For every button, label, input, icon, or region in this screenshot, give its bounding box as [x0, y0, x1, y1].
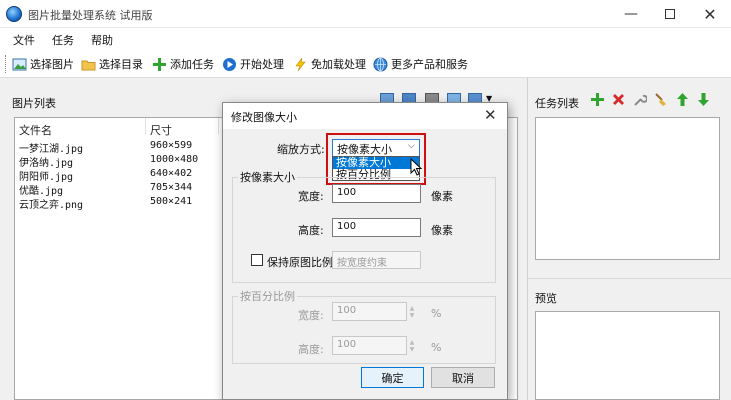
column-divider [145, 118, 146, 134]
minimize-button[interactable]: — [613, 0, 649, 28]
dialog-title: 修改图像大小 [231, 111, 297, 124]
cancel-button[interactable]: 取消 [431, 367, 495, 388]
task-list[interactable] [535, 117, 720, 260]
pixel-size-group-label: 按像素大小 [238, 169, 297, 185]
folder-icon [81, 57, 96, 72]
dialog-close-icon[interactable]: ✕ [484, 106, 497, 124]
percent-height-label: 高度: [298, 343, 324, 356]
percent-group-label: 按百分比例 [238, 288, 297, 304]
percent-width-input[interactable]: 100 [332, 302, 407, 321]
percent-height-input[interactable]: 100 [332, 336, 407, 355]
percent-width-stepper[interactable]: ▲ ▼ [407, 302, 417, 321]
close-window-button[interactable]: ✕ [692, 0, 728, 28]
menu-help[interactable]: 帮助 [91, 32, 113, 48]
keep-ratio-checkbox[interactable] [251, 254, 263, 266]
column-divider [218, 118, 219, 134]
column-header-name[interactable]: 文件名 [19, 122, 52, 138]
window-title: 图片批量处理系统 试用版 [28, 9, 153, 22]
height-label: 高度: [298, 224, 324, 237]
more-products-button[interactable]: 更多产品和服务 [373, 55, 468, 73]
column-header-size[interactable]: 尺寸 [150, 122, 172, 138]
file-name-cell[interactable]: 伊洛纳.jpg [19, 154, 73, 169]
image-icon [12, 57, 27, 72]
width-input[interactable]: 100 [332, 184, 421, 203]
free-download-button[interactable]: 免加载处理 [293, 55, 366, 73]
file-size-cell: 705×344 [150, 182, 193, 193]
add-task-label: 添加任务 [170, 58, 214, 71]
lightning-icon [293, 57, 308, 72]
menu-file[interactable]: 文件 [13, 32, 35, 48]
globe-icon [373, 57, 388, 72]
file-name-cell[interactable]: 一梦江湖.jpg [19, 140, 83, 155]
ratio-constraint-select[interactable]: 按宽度约束 [332, 251, 421, 269]
keep-ratio-label: 保持原图比例 [267, 256, 333, 269]
select-images-label: 选择图片 [30, 58, 74, 71]
menu-task[interactable]: 任务 [52, 32, 74, 48]
width-label: 宽度: [298, 190, 324, 203]
add-task-button[interactable]: 添加任务 [152, 55, 214, 73]
delete-icon[interactable] [611, 92, 626, 110]
height-input[interactable]: 100 [332, 218, 421, 237]
pane-divider [527, 278, 731, 279]
free-download-label: 免加载处理 [311, 58, 366, 71]
arrow-down-icon[interactable] [696, 92, 711, 110]
broom-icon[interactable] [653, 92, 668, 110]
ratio-constraint-value: 按宽度约束 [337, 258, 387, 269]
arrow-up-icon[interactable] [675, 92, 690, 110]
start-label: 开始处理 [240, 58, 284, 71]
file-name-cell[interactable]: 阴阳师.jpg [19, 168, 73, 183]
percent-height-unit: % [431, 341, 442, 354]
percent-height-stepper[interactable]: ▲ ▼ [407, 336, 417, 355]
select-folder-button[interactable]: 选择目录 [81, 55, 143, 73]
toolbar-grip [5, 55, 7, 73]
image-list-title: 图片列表 [12, 97, 56, 110]
wrench-icon[interactable] [632, 92, 648, 110]
plus-icon [152, 57, 167, 72]
file-size-cell: 960×599 [150, 140, 193, 151]
maximize-button[interactable] [652, 0, 688, 28]
select-folder-label: 选择目录 [99, 58, 143, 71]
ok-button[interactable]: 确定 [361, 367, 424, 388]
file-size-cell: 1000×480 [150, 154, 199, 165]
file-name-cell[interactable]: 云顶之弈.png [19, 196, 83, 211]
scale-mode-label: 缩放方式: [277, 143, 325, 156]
select-images-button[interactable]: 选择图片 [12, 55, 74, 73]
preview-title: 预览 [535, 292, 557, 305]
width-unit: 像素 [431, 190, 453, 203]
file-size-cell: 500×241 [150, 196, 193, 207]
start-button[interactable]: 开始处理 [222, 55, 284, 73]
percent-width-unit: % [431, 307, 442, 320]
task-list-title: 任务列表 [535, 97, 579, 110]
file-name-cell[interactable]: 优酷.jpg [19, 182, 63, 197]
more-products-label: 更多产品和服务 [391, 58, 468, 71]
add-task-icon[interactable] [590, 92, 605, 110]
percent-width-label: 宽度: [298, 309, 324, 322]
play-icon [222, 57, 237, 72]
height-unit: 像素 [431, 224, 453, 237]
preview-panel [535, 311, 720, 400]
app-logo-icon [6, 6, 22, 22]
file-size-cell: 640×402 [150, 168, 193, 179]
